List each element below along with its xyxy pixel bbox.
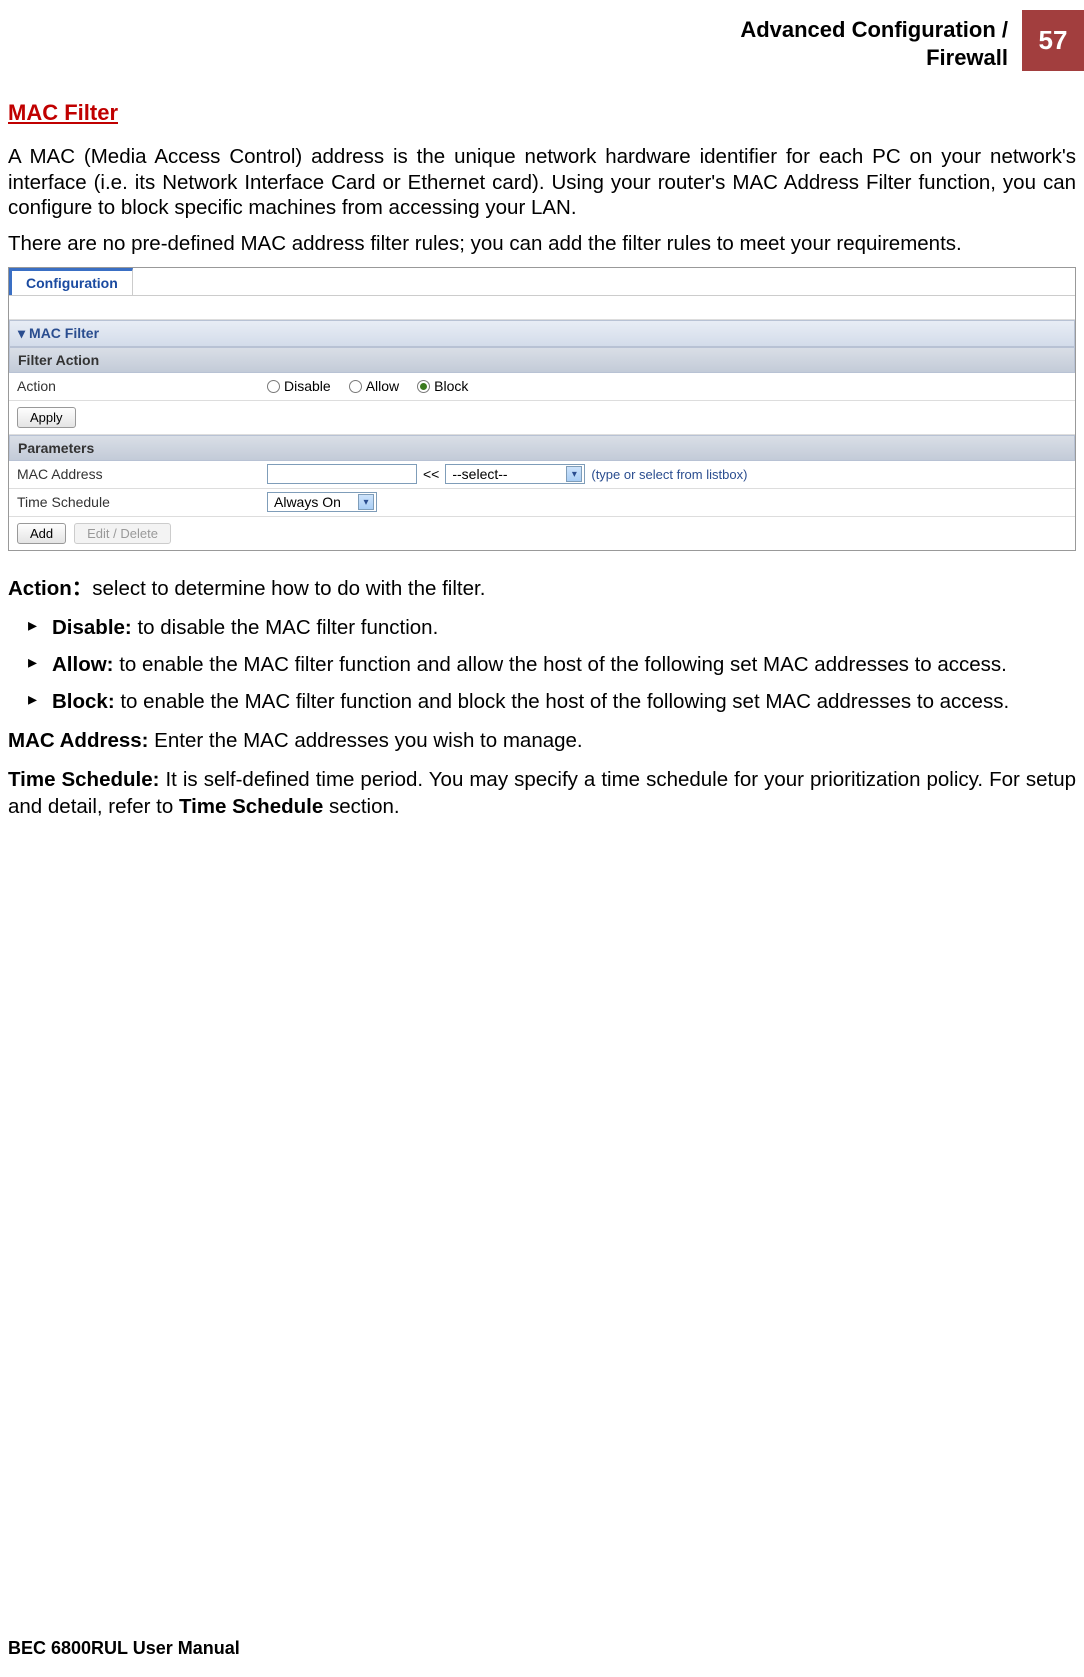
def-time-term: Time Schedule: xyxy=(8,768,159,791)
time-schedule-label: Time Schedule xyxy=(17,494,267,510)
radio-allow-label: Allow xyxy=(366,378,399,394)
def-mac-term: MAC Address: xyxy=(8,729,148,752)
radio-allow[interactable]: Allow xyxy=(349,378,399,394)
mac-select-value: --select-- xyxy=(452,466,507,482)
intro-paragraph-1: A MAC (Media Access Control) address is … xyxy=(8,144,1076,221)
apply-button[interactable]: Apply xyxy=(17,407,76,428)
section-parameters: Parameters xyxy=(9,435,1075,461)
row-action: Action Disable Allow Block xyxy=(9,373,1075,401)
section-title: MAC Filter xyxy=(8,100,1076,126)
radio-disable[interactable]: Disable xyxy=(267,378,331,394)
def-action-text: select to determine how to do with the f… xyxy=(92,577,485,600)
radio-icon xyxy=(417,380,430,393)
def-time-text-after: section. xyxy=(323,795,399,818)
footer: BEC 6800RUL User Manual xyxy=(8,1638,240,1659)
tab-row: Configuration xyxy=(9,268,1075,296)
mac-address-input[interactable] xyxy=(267,464,417,484)
section-mac-filter: ▾MAC Filter xyxy=(9,320,1075,347)
def-time-bold-ref: Time Schedule xyxy=(179,795,323,818)
time-schedule-select[interactable]: Always On ▾ xyxy=(267,492,377,512)
bullet-allow: Allow: to enable the MAC filter function… xyxy=(8,651,1076,678)
bullet-list: Disable: to disable the MAC filter funct… xyxy=(8,614,1076,715)
radio-disable-label: Disable xyxy=(284,378,331,394)
radio-block-label: Block xyxy=(434,378,468,394)
time-schedule-value: Always On xyxy=(274,494,341,510)
def-time-text-before: It is self-defined time period. You may … xyxy=(8,768,1076,818)
edit-delete-button: Edit / Delete xyxy=(74,523,171,544)
breadcrumb-line2: Firewall xyxy=(740,44,1008,72)
bullet-term: Allow: xyxy=(52,653,114,676)
mac-address-label: MAC Address xyxy=(17,466,267,482)
row-filter-action-header: Filter Action xyxy=(9,347,1075,373)
def-action-term: Action： xyxy=(8,577,92,600)
def-action: Action：select to determine how to do wit… xyxy=(8,575,1076,602)
bullet-text: to enable the MAC filter function and bl… xyxy=(115,690,1010,713)
bullet-text: to enable the MAC filter function and al… xyxy=(114,653,1007,676)
add-button[interactable]: Add xyxy=(17,523,66,544)
mac-arrow-text: << xyxy=(423,466,439,482)
section-mac-filter-label: MAC Filter xyxy=(29,325,99,341)
radio-icon xyxy=(349,380,362,393)
def-mac-text: Enter the MAC addresses you wish to mana… xyxy=(148,729,582,752)
bullet-text: to disable the MAC filter function. xyxy=(132,616,439,639)
chevron-down-icon: ▾ xyxy=(566,466,582,482)
action-label: Action xyxy=(17,378,267,394)
bullet-block: Block: to enable the MAC filter function… xyxy=(8,688,1076,715)
radio-block[interactable]: Block xyxy=(417,378,468,394)
intro-paragraph-2: There are no pre-defined MAC address fil… xyxy=(8,231,1076,257)
row-time-schedule: Time Schedule Always On ▾ xyxy=(9,489,1075,517)
collapse-arrow-icon[interactable]: ▾ xyxy=(18,325,25,341)
chevron-down-icon: ▾ xyxy=(358,494,374,510)
page-header: Advanced Configuration / Firewall 57 xyxy=(740,10,1084,71)
radio-icon xyxy=(267,380,280,393)
bullet-term: Disable: xyxy=(52,616,132,639)
bullet-disable: Disable: to disable the MAC filter funct… xyxy=(8,614,1076,641)
mac-hint: (type or select from listbox) xyxy=(591,467,747,482)
bullet-term: Block: xyxy=(52,690,115,713)
mac-select[interactable]: --select-- ▾ xyxy=(445,464,585,484)
page-number: 57 xyxy=(1022,10,1084,71)
breadcrumb: Advanced Configuration / Firewall xyxy=(740,10,1022,71)
breadcrumb-line1: Advanced Configuration / xyxy=(740,16,1008,44)
def-time-schedule: Time Schedule: It is self-defined time p… xyxy=(8,766,1076,820)
config-screenshot: Configuration ▾MAC Filter Filter Action … xyxy=(8,267,1076,551)
def-mac-address: MAC Address: Enter the MAC addresses you… xyxy=(8,727,1076,754)
row-mac-address: MAC Address << --select-- ▾ (type or sel… xyxy=(9,461,1075,489)
tab-configuration[interactable]: Configuration xyxy=(9,268,133,295)
